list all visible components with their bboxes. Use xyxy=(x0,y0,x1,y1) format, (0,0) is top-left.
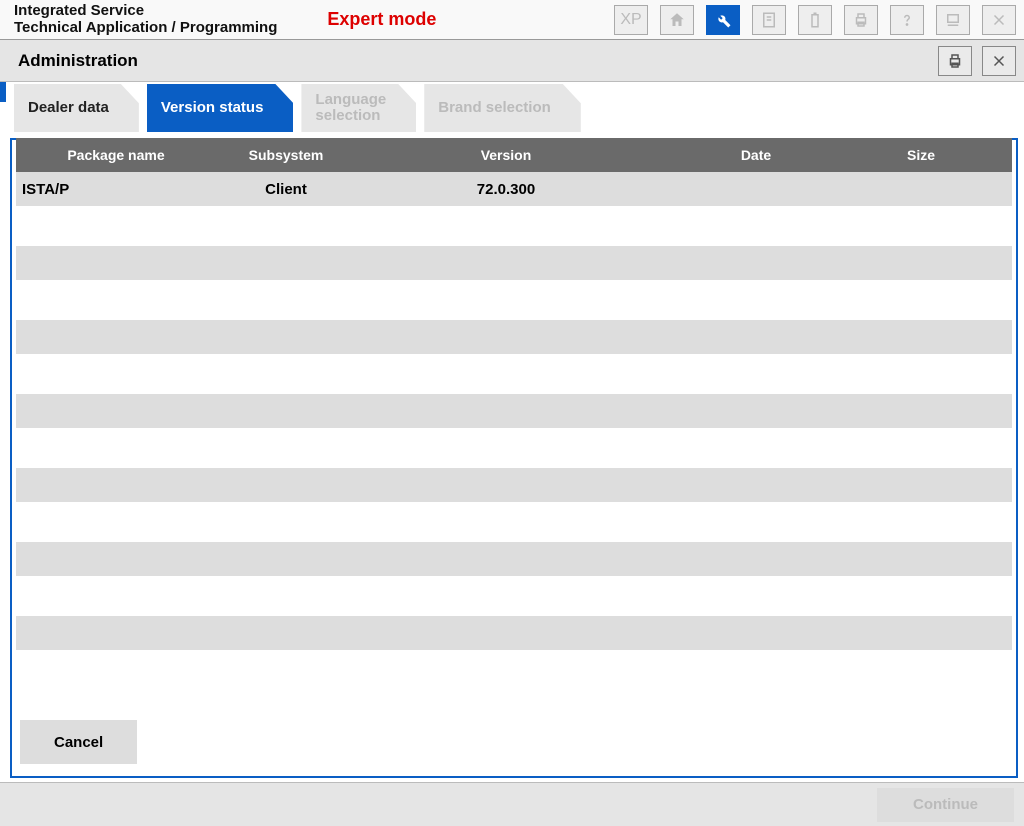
top-bar: Integrated Service Technical Application… xyxy=(0,0,1024,40)
cancel-button[interactable]: Cancel xyxy=(20,720,137,764)
document-icon[interactable] xyxy=(752,5,786,35)
sub-title: Administration xyxy=(18,51,138,71)
cell-date xyxy=(656,479,856,491)
footer-bar: Continue xyxy=(0,782,1024,826)
col-package: Package name xyxy=(16,141,216,169)
sub-header: Administration xyxy=(0,40,1024,82)
cell-size xyxy=(856,405,986,417)
cell-subsystem xyxy=(216,553,356,565)
cell-version xyxy=(356,627,656,639)
cell-package xyxy=(16,331,216,343)
table-row[interactable] xyxy=(16,542,1012,576)
col-size: Size xyxy=(856,141,986,169)
left-accent xyxy=(0,82,6,102)
cell-date xyxy=(656,553,856,565)
cell-version xyxy=(356,553,656,565)
mode-label: Expert mode xyxy=(327,9,436,30)
table-row[interactable] xyxy=(16,394,1012,428)
cell-package xyxy=(16,405,216,417)
col-version: Version xyxy=(356,141,656,169)
cell-date xyxy=(656,183,856,195)
table-row[interactable] xyxy=(16,246,1012,280)
cell-subsystem xyxy=(216,627,356,639)
cell-package: ISTA/P xyxy=(16,175,216,204)
cell-size xyxy=(856,479,986,491)
sub-close-icon[interactable] xyxy=(982,46,1016,76)
cell-version xyxy=(356,405,656,417)
cell-version xyxy=(356,257,656,269)
table-row[interactable]: ISTA/P Client 72.0.300 xyxy=(16,172,1012,206)
cell-version: 72.0.300 xyxy=(356,175,656,204)
version-table: Package name Subsystem Version Date Size… xyxy=(16,138,1012,650)
minimize-icon[interactable] xyxy=(936,5,970,35)
cell-package xyxy=(16,553,216,565)
col-subsystem: Subsystem xyxy=(216,141,356,169)
top-toolbar: XP xyxy=(614,5,1016,35)
cell-size xyxy=(856,257,986,269)
cell-package xyxy=(16,479,216,491)
wrench-icon[interactable] xyxy=(706,5,740,35)
cell-size xyxy=(856,331,986,343)
cell-date xyxy=(656,627,856,639)
close-icon[interactable] xyxy=(982,5,1016,35)
main-content-frame: Package name Subsystem Version Date Size… xyxy=(10,138,1018,778)
tab-language-selection[interactable]: Language selection xyxy=(301,84,416,132)
print-icon[interactable] xyxy=(844,5,878,35)
home-icon[interactable] xyxy=(660,5,694,35)
cell-size xyxy=(856,183,986,195)
cell-size xyxy=(856,553,986,565)
cell-version xyxy=(356,331,656,343)
tab-strip: Dealer data Version status Language sele… xyxy=(14,84,1024,132)
cell-subsystem xyxy=(216,479,356,491)
tab-version-status[interactable]: Version status xyxy=(147,84,294,132)
cell-package xyxy=(16,627,216,639)
cell-subsystem xyxy=(216,405,356,417)
tab-dealer-data[interactable]: Dealer data xyxy=(14,84,139,132)
app-title-line2: Technical Application / Programming xyxy=(14,20,277,37)
cell-package xyxy=(16,257,216,269)
cell-size xyxy=(856,627,986,639)
app-title: Integrated Service Technical Application… xyxy=(14,3,277,36)
sub-toolbar xyxy=(938,46,1016,76)
action-bar: Cancel xyxy=(20,720,137,764)
xp-icon[interactable]: XP xyxy=(614,5,648,35)
sub-print-icon[interactable] xyxy=(938,46,972,76)
battery-icon[interactable] xyxy=(798,5,832,35)
help-icon[interactable] xyxy=(890,5,924,35)
tab-brand-selection[interactable]: Brand selection xyxy=(424,84,581,132)
cell-date xyxy=(656,331,856,343)
table-row[interactable] xyxy=(16,320,1012,354)
app-title-line1: Integrated Service xyxy=(14,3,277,20)
col-date: Date xyxy=(656,141,856,169)
cell-version xyxy=(356,479,656,491)
cell-date xyxy=(656,257,856,269)
table-row[interactable] xyxy=(16,616,1012,650)
table-header: Package name Subsystem Version Date Size xyxy=(16,138,1012,172)
continue-button: Continue xyxy=(877,788,1014,822)
cell-subsystem: Client xyxy=(216,175,356,204)
cell-subsystem xyxy=(216,331,356,343)
table-row[interactable] xyxy=(16,468,1012,502)
cell-subsystem xyxy=(216,257,356,269)
cell-date xyxy=(656,405,856,417)
